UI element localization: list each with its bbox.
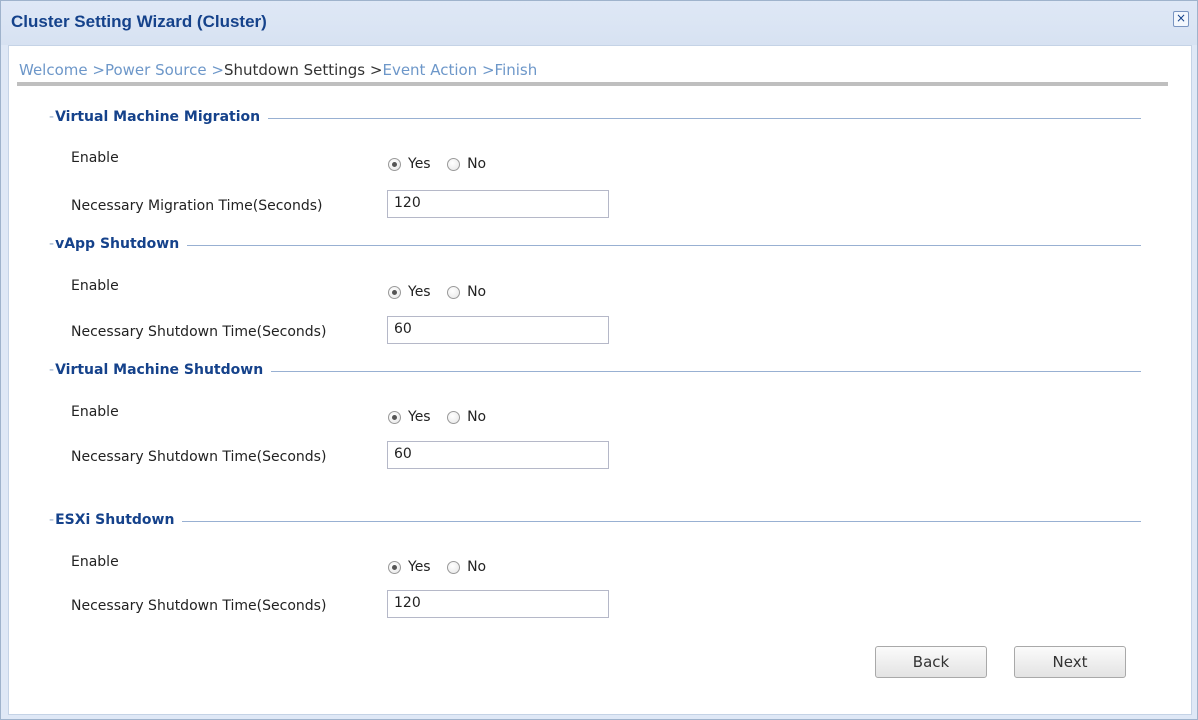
breadcrumb-divider — [17, 82, 1168, 86]
breadcrumb-step-power-source[interactable]: Power Source > — [105, 61, 224, 79]
breadcrumb-step-welcome[interactable]: Welcome > — [19, 61, 105, 79]
breadcrumb: Welcome >Power Source >Shutdown Settings… — [19, 61, 537, 79]
window-title: Cluster Setting Wizard (Cluster) — [11, 12, 267, 31]
esxi-time-input[interactable]: 120 — [387, 590, 609, 618]
vapp-enable-label: Enable — [71, 278, 119, 294]
radio-unchecked-icon — [447, 285, 461, 299]
back-button[interactable]: Back — [875, 646, 987, 678]
radio-unchecked-icon — [447, 410, 461, 424]
vm-migration-yes-radio[interactable]: Yes — [388, 156, 431, 172]
radio-checked-icon — [388, 285, 401, 299]
vm-migration-time-label: Necessary Migration Time(Seconds) — [71, 198, 323, 214]
vm-migration-time-input[interactable]: 120 — [387, 190, 609, 218]
vapp-time-label: Necessary Shutdown Time(Seconds) — [71, 324, 327, 340]
section-rule — [49, 521, 1141, 522]
section-title: -ESXi Shutdown — [47, 512, 183, 528]
vm-shutdown-time-input[interactable]: 60 — [387, 441, 609, 469]
radio-checked-icon — [388, 410, 401, 424]
radio-unchecked-icon — [447, 157, 461, 171]
radio-unchecked-icon — [447, 560, 461, 574]
vm-shutdown-no-radio[interactable]: No — [447, 409, 486, 425]
esxi-no-radio[interactable]: No — [447, 559, 486, 575]
esxi-time-label: Necessary Shutdown Time(Seconds) — [71, 598, 327, 614]
title-bar: Cluster Setting Wizard (Cluster) × — [1, 1, 1197, 45]
vm-shutdown-enable-radios: Yes No — [388, 409, 498, 428]
section-title: -Virtual Machine Migration — [47, 109, 269, 125]
esxi-enable-radios: Yes No — [388, 559, 498, 578]
wizard-dialog: Cluster Setting Wizard (Cluster) × Welco… — [0, 0, 1198, 720]
esxi-enable-label: Enable — [71, 554, 119, 570]
breadcrumb-step-shutdown-settings: Shutdown Settings > — [223, 61, 383, 79]
vapp-enable-radios: Yes No — [388, 284, 498, 303]
esxi-yes-radio[interactable]: Yes — [388, 559, 431, 575]
vm-shutdown-time-label: Necessary Shutdown Time(Seconds) — [71, 449, 327, 465]
section-title: -vApp Shutdown — [47, 236, 188, 252]
vapp-no-radio[interactable]: No — [447, 284, 486, 300]
radio-checked-icon — [388, 560, 401, 574]
radio-checked-icon — [388, 157, 401, 171]
wizard-content: Welcome >Power Source >Shutdown Settings… — [8, 45, 1192, 715]
vapp-yes-radio[interactable]: Yes — [388, 284, 431, 300]
breadcrumb-step-event-action[interactable]: Event Action > — [382, 61, 494, 79]
next-button[interactable]: Next — [1014, 646, 1126, 678]
section-rule — [49, 245, 1141, 246]
vm-migration-enable-label: Enable — [71, 150, 119, 166]
vapp-time-input[interactable]: 60 — [387, 316, 609, 344]
vm-migration-enable-radios: Yes No — [388, 156, 498, 175]
vm-shutdown-enable-label: Enable — [71, 404, 119, 420]
section-title: -Virtual Machine Shutdown — [47, 362, 272, 378]
vm-migration-no-radio[interactable]: No — [447, 156, 486, 172]
close-icon[interactable]: × — [1173, 11, 1189, 27]
vm-shutdown-yes-radio[interactable]: Yes — [388, 409, 431, 425]
breadcrumb-step-finish[interactable]: Finish — [495, 61, 538, 79]
